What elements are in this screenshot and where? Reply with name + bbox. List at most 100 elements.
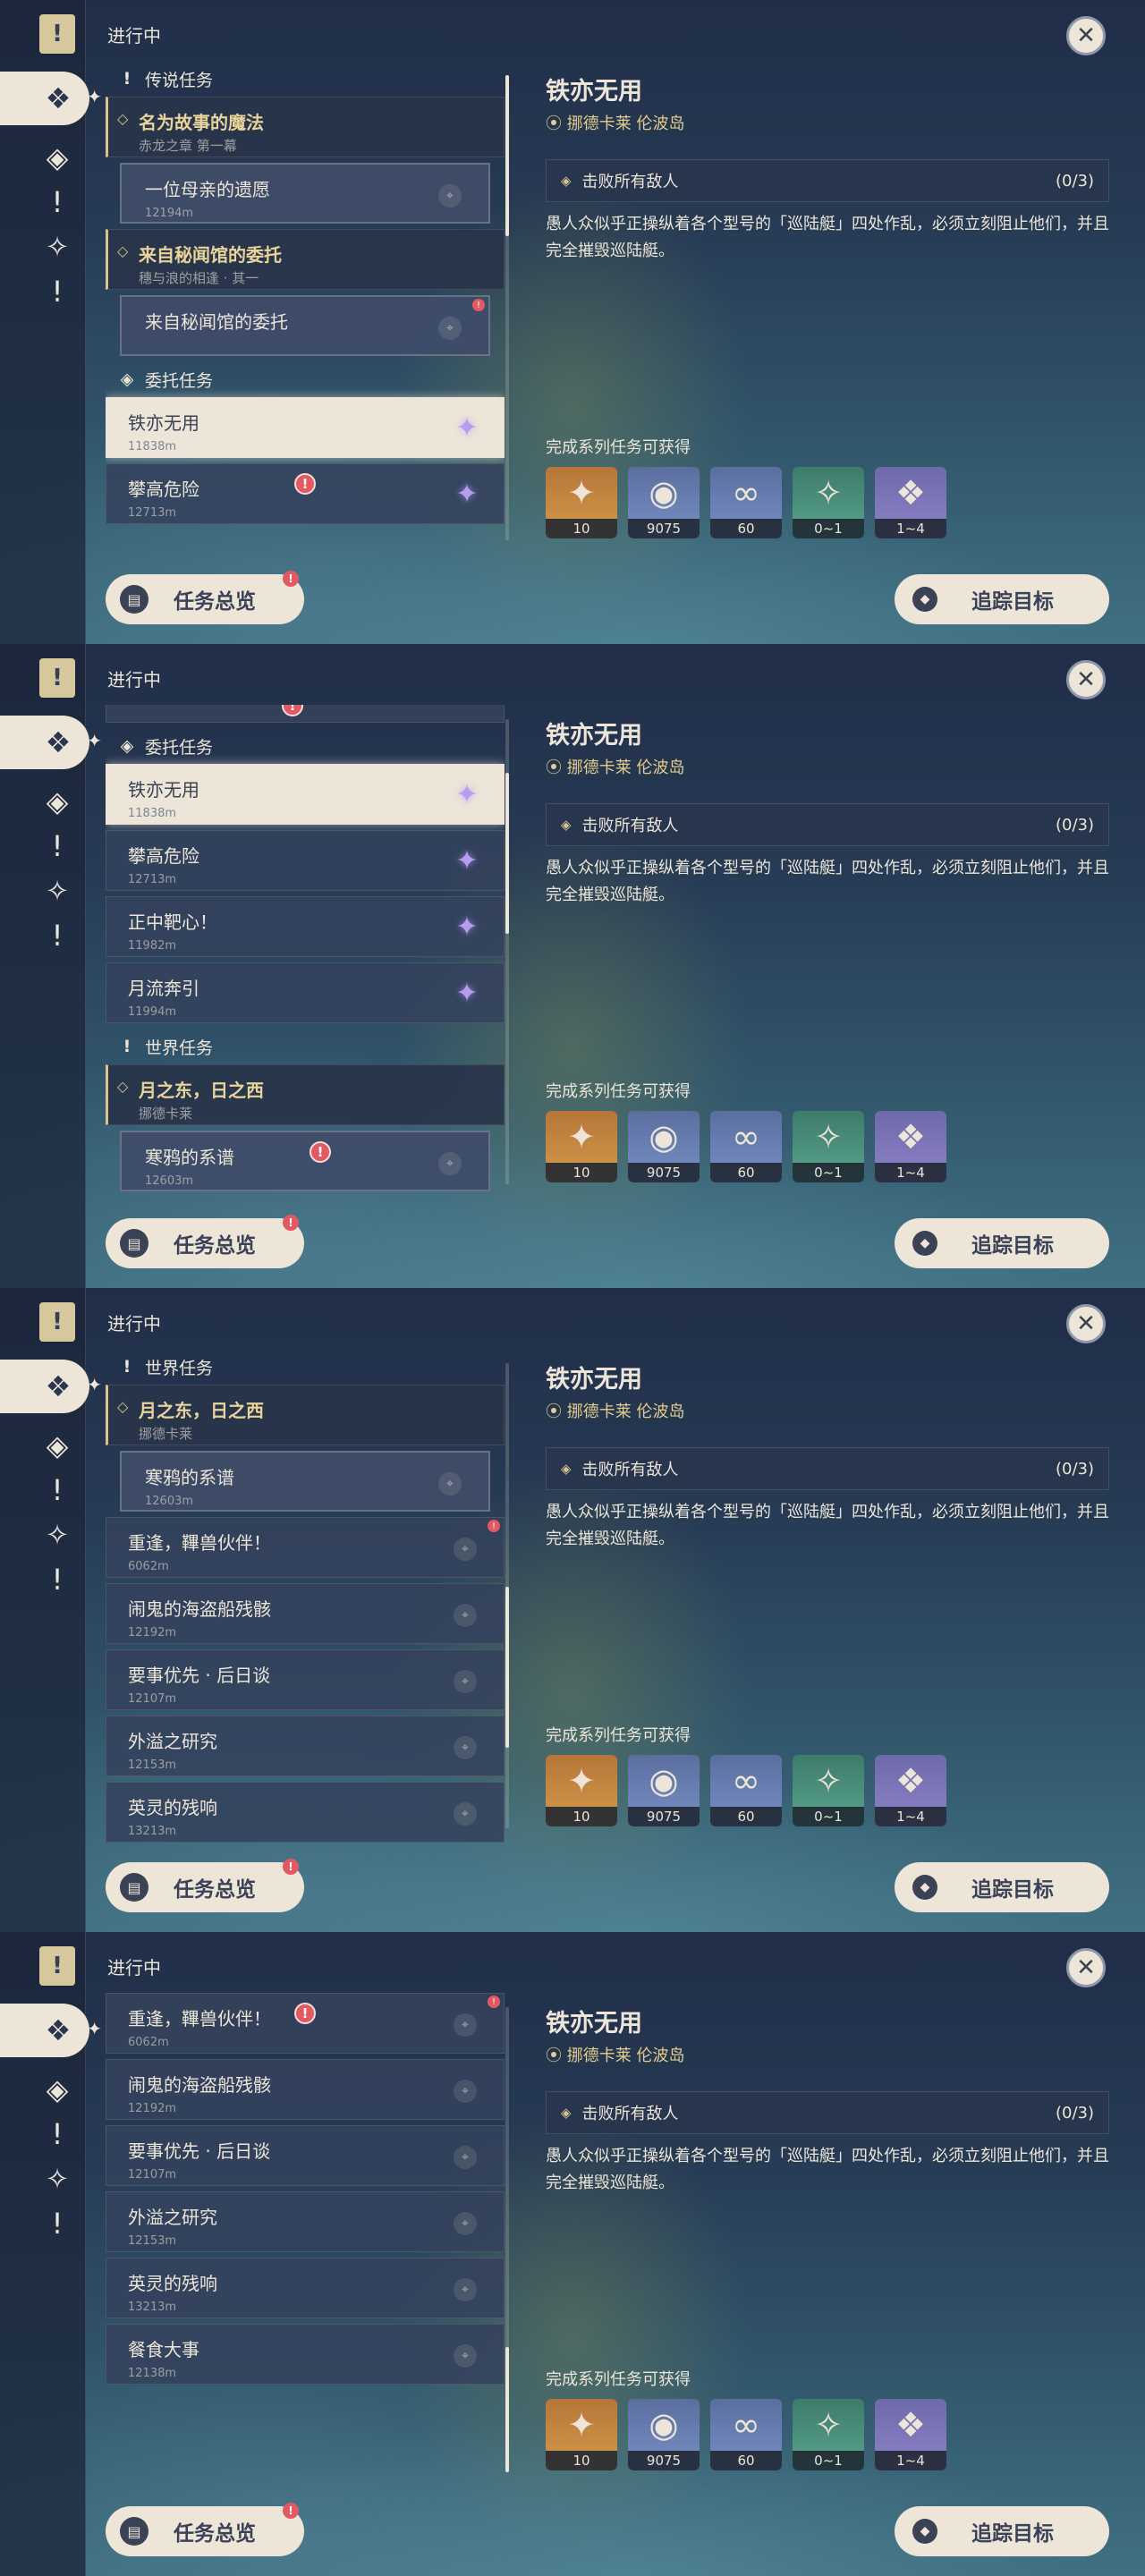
legend-icon[interactable]: ! <box>34 1467 81 1513</box>
track-objective-button[interactable]: ◆ 追踪目标 <box>895 1218 1109 1268</box>
event-icon[interactable]: ! <box>34 2200 81 2247</box>
map-pin-icon[interactable]: ⌖ <box>454 1538 477 1561</box>
quest-item[interactable]: 闹鬼的海盗船残骸 12192m ⌖ <box>106 2059 505 2120</box>
reward-item[interactable]: ◉ 9075 <box>628 1755 700 1826</box>
map-pin-icon[interactable]: ⌖ <box>438 184 462 208</box>
quest-item[interactable]: 正中靶心！ 11982m ✦ <box>106 896 505 957</box>
quest-overview-button[interactable]: ▤ 任务总览 ! <box>106 1859 304 1912</box>
track-objective-button[interactable]: ◆ 追踪目标 <box>895 2506 1109 2556</box>
quest-book-icon[interactable]: ! <box>39 658 75 698</box>
reward-item[interactable]: ∞ 60 <box>710 1755 782 1826</box>
legend-icon[interactable]: ! <box>34 823 81 869</box>
reward-item[interactable]: ∞ 60 <box>710 1111 782 1182</box>
quest-list[interactable]: 攀高危险12713m!◈委托任务铁亦无用11838m✦攀高危险12713m✦正中… <box>106 705 505 1199</box>
quest-chapter[interactable]: ◇ 月之东，日之西 挪德卡莱 <box>106 1064 505 1125</box>
map-pin-icon[interactable]: ⌖ <box>454 2013 477 2037</box>
reward-item[interactable]: ✦ 10 <box>546 1111 617 1182</box>
quest-item[interactable]: 要事优先 · 后日谈 12107m ⌖ <box>106 2125 505 2186</box>
commission-icon[interactable]: ❖ ✦ <box>0 72 102 125</box>
close-icon[interactable]: ✕ <box>1066 660 1106 699</box>
reward-item[interactable]: ✧ 0~1 <box>793 2399 864 2470</box>
quest-item[interactable]: 外溢之研究 12153m ⌖ <box>106 2191 505 2252</box>
quest-item[interactable]: 英灵的残响 13213m ⌖ <box>106 1782 505 1843</box>
reward-item[interactable]: ∞ 60 <box>710 467 782 538</box>
map-pin-icon[interactable]: ⌖ <box>454 1802 477 1826</box>
map-pin-icon[interactable]: ⌖ <box>438 317 462 340</box>
reward-item[interactable]: ✧ 0~1 <box>793 1755 864 1826</box>
commission-icon[interactable]: ❖ ✦ <box>0 2004 102 2057</box>
quest-item[interactable]: 月流奔引 11994m ✦ <box>106 962 505 1023</box>
map-pin-icon[interactable]: ⌖ <box>454 2278 477 2301</box>
quest-list-scrollbar[interactable] <box>505 75 509 540</box>
world-icon[interactable]: ✧ <box>34 2156 81 2202</box>
close-icon[interactable]: ✕ <box>1066 1304 1106 1343</box>
quest-list-scrollbar[interactable] <box>505 2007 509 2472</box>
map-pin-icon[interactable]: ⌖ <box>454 1736 477 1759</box>
map-pin-icon[interactable]: ⌖ <box>454 2146 477 2169</box>
quest-overview-button[interactable]: ▤ 任务总览 ! <box>106 571 304 624</box>
reward-item[interactable]: ∞ 60 <box>710 2399 782 2470</box>
map-pin-icon[interactable]: ⌖ <box>454 1670 477 1693</box>
quest-item[interactable]: 外溢之研究 12153m ⌖ <box>106 1716 505 1776</box>
map-pin-icon[interactable]: ⌖ <box>438 1152 462 1175</box>
quest-list-scrollbar[interactable] <box>505 719 509 1184</box>
archon-icon[interactable]: ◈ <box>34 2066 81 2113</box>
quest-item[interactable]: 重逢，鞸兽伙伴！ 6062m ⌖! <box>106 1517 505 1578</box>
commission-icon[interactable]: ❖ ✦ <box>0 1360 102 1413</box>
map-pin-icon[interactable]: ⌖ <box>438 1472 462 1496</box>
world-icon[interactable]: ✧ <box>34 1512 81 1558</box>
quest-item[interactable]: 英灵的残响 13213m ⌖ <box>106 2258 505 2318</box>
quest-item[interactable]: 攀高危险12713m! <box>106 705 505 723</box>
map-pin-icon[interactable]: ⌖ <box>454 2344 477 2368</box>
track-objective-button[interactable]: ◆ 追踪目标 <box>895 1862 1109 1912</box>
quest-item[interactable]: 寒鸦的系谱 12603m ⌖ <box>120 1451 490 1512</box>
archon-icon[interactable]: ◈ <box>34 134 81 181</box>
reward-item[interactable]: ❖ 1~4 <box>875 2399 946 2470</box>
map-pin-icon[interactable]: ⌖ <box>454 2212 477 2235</box>
quest-chapter[interactable]: ◇ 来自秘闻馆的委托 穗与浪的相逢 · 其一 <box>106 229 505 290</box>
reward-item[interactable]: ✦ 10 <box>546 467 617 538</box>
quest-item[interactable]: 攀高危险 12713m ✦! <box>106 463 505 524</box>
close-icon[interactable]: ✕ <box>1066 1948 1106 1987</box>
archon-icon[interactable]: ◈ <box>34 778 81 825</box>
quest-item[interactable]: 重逢，鞸兽伙伴！ 6062m ⌖!! <box>106 1993 505 2054</box>
quest-item[interactable]: 铁亦无用 11838m ✦ <box>106 764 505 825</box>
quest-chapter[interactable]: ◇ 月之东，日之西 挪德卡莱 <box>106 1385 505 1445</box>
track-objective-button[interactable]: ◆ 追踪目标 <box>895 574 1109 624</box>
event-icon[interactable]: ! <box>34 1556 81 1603</box>
quest-list[interactable]: ! 传说任务 ◇ 名为故事的魔法 赤龙之章 第一幕 一位母亲的遗愿 12194m ⌖ ◇ 来自秘闻… <box>106 61 505 555</box>
reward-item[interactable]: ❖ 1~4 <box>875 1111 946 1182</box>
legend-icon[interactable]: ! <box>34 2111 81 2157</box>
quest-chapter[interactable]: ◇ 名为故事的魔法 赤龙之章 第一幕 <box>106 97 505 157</box>
quest-book-icon[interactable]: ! <box>39 1946 75 1986</box>
quest-item[interactable]: 攀高危险 12713m ✦ <box>106 830 505 891</box>
close-icon[interactable]: ✕ <box>1066 16 1106 55</box>
map-pin-icon[interactable]: ⌖ <box>454 2080 477 2103</box>
reward-item[interactable]: ✦ 10 <box>546 1755 617 1826</box>
reward-item[interactable]: ❖ 1~4 <box>875 467 946 538</box>
reward-item[interactable]: ◉ 9075 <box>628 467 700 538</box>
quest-item[interactable]: 要事优先 · 后日谈 12107m ⌖ <box>106 1649 505 1710</box>
quest-item[interactable]: 铁亦无用 11838m ✦ <box>106 397 505 458</box>
legend-icon[interactable]: ! <box>34 179 81 225</box>
reward-item[interactable]: ◉ 9075 <box>628 1111 700 1182</box>
reward-item[interactable]: ◉ 9075 <box>628 2399 700 2470</box>
quest-book-icon[interactable]: ! <box>39 1302 75 1342</box>
reward-item[interactable]: ❖ 1~4 <box>875 1755 946 1826</box>
quest-list[interactable]: ! 世界任务 ◇ 月之东，日之西 挪德卡莱 寒鸦的系谱 12603m ⌖ 重逢，鞸兽伙伴！ 606… <box>106 1349 505 1843</box>
quest-overview-button[interactable]: ▤ 任务总览 ! <box>106 1215 304 1268</box>
commission-icon[interactable]: ❖ ✦ <box>0 716 102 769</box>
quest-item[interactable]: 寒鸦的系谱 12603m ⌖! <box>120 1131 490 1191</box>
reward-item[interactable]: ✧ 0~1 <box>793 1111 864 1182</box>
reward-item[interactable]: ✦ 10 <box>546 2399 617 2470</box>
quest-item[interactable]: 一位母亲的遗愿 12194m ⌖ <box>120 163 490 224</box>
quest-overview-button[interactable]: ▤ 任务总览 ! <box>106 2503 304 2556</box>
reward-item[interactable]: ✧ 0~1 <box>793 467 864 538</box>
event-icon[interactable]: ! <box>34 912 81 959</box>
world-icon[interactable]: ✧ <box>34 868 81 914</box>
quest-book-icon[interactable]: ! <box>39 14 75 54</box>
quest-list-scrollbar[interactable] <box>505 1363 509 1828</box>
event-icon[interactable]: ! <box>34 268 81 315</box>
archon-icon[interactable]: ◈ <box>34 1422 81 1469</box>
quest-item[interactable]: 餐食大事 12138m ⌖ <box>106 2324 505 2385</box>
